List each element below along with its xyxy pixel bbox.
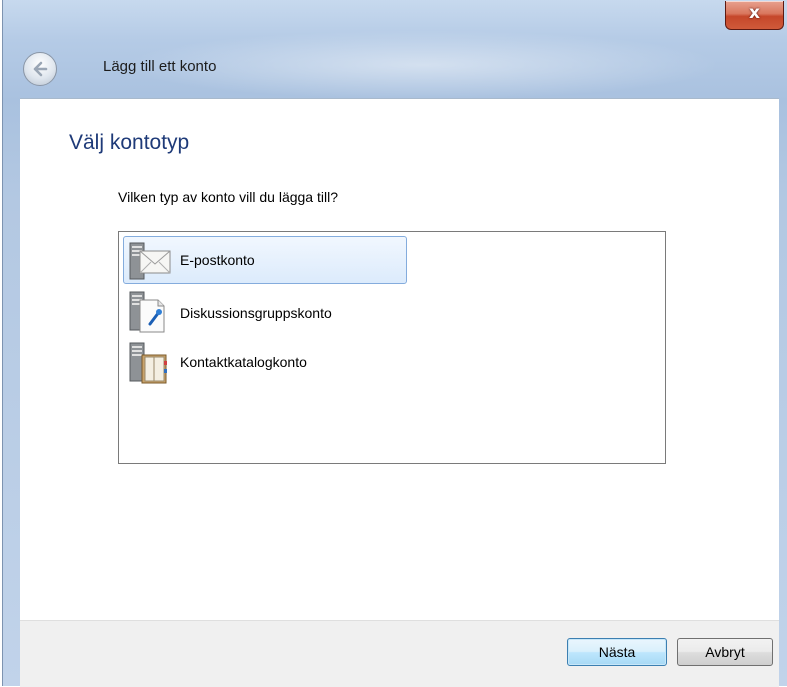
button-bar: Nästa Avbryt — [20, 620, 779, 687]
list-item-label: E-postkonto — [180, 252, 255, 268]
cancel-button[interactable]: Avbryt — [677, 638, 773, 666]
close-icon: x — [749, 3, 760, 23]
list-item-newsgroup-account[interactable]: Diskussionsgruppskonto — [123, 287, 407, 335]
content-panel: Välj kontotyp Vilken typ av konto vill d… — [20, 98, 779, 621]
email-account-icon — [129, 242, 171, 280]
page-title: Välj kontotyp — [69, 131, 190, 154]
account-type-list[interactable]: E-postkonto Diskussionsgruppskonto Konta… — [118, 231, 666, 464]
question-text: Vilken typ av konto vill du lägga till? — [118, 189, 338, 205]
list-item-label: Diskussionsgruppskonto — [180, 305, 332, 321]
list-item-label: Kontaktkatalogkonto — [180, 354, 307, 370]
close-button[interactable]: x — [725, 1, 784, 30]
next-button[interactable]: Nästa — [567, 638, 667, 666]
newsgroup-account-icon — [129, 291, 165, 333]
back-button[interactable] — [23, 52, 57, 86]
list-item-directory-account[interactable]: Kontaktkatalogkonto — [123, 338, 407, 386]
directory-account-icon — [129, 342, 167, 384]
window-title: Lägg till ett konto — [103, 58, 217, 75]
list-item-email-account[interactable]: E-postkonto — [123, 236, 407, 284]
back-arrow-icon — [33, 61, 48, 77]
